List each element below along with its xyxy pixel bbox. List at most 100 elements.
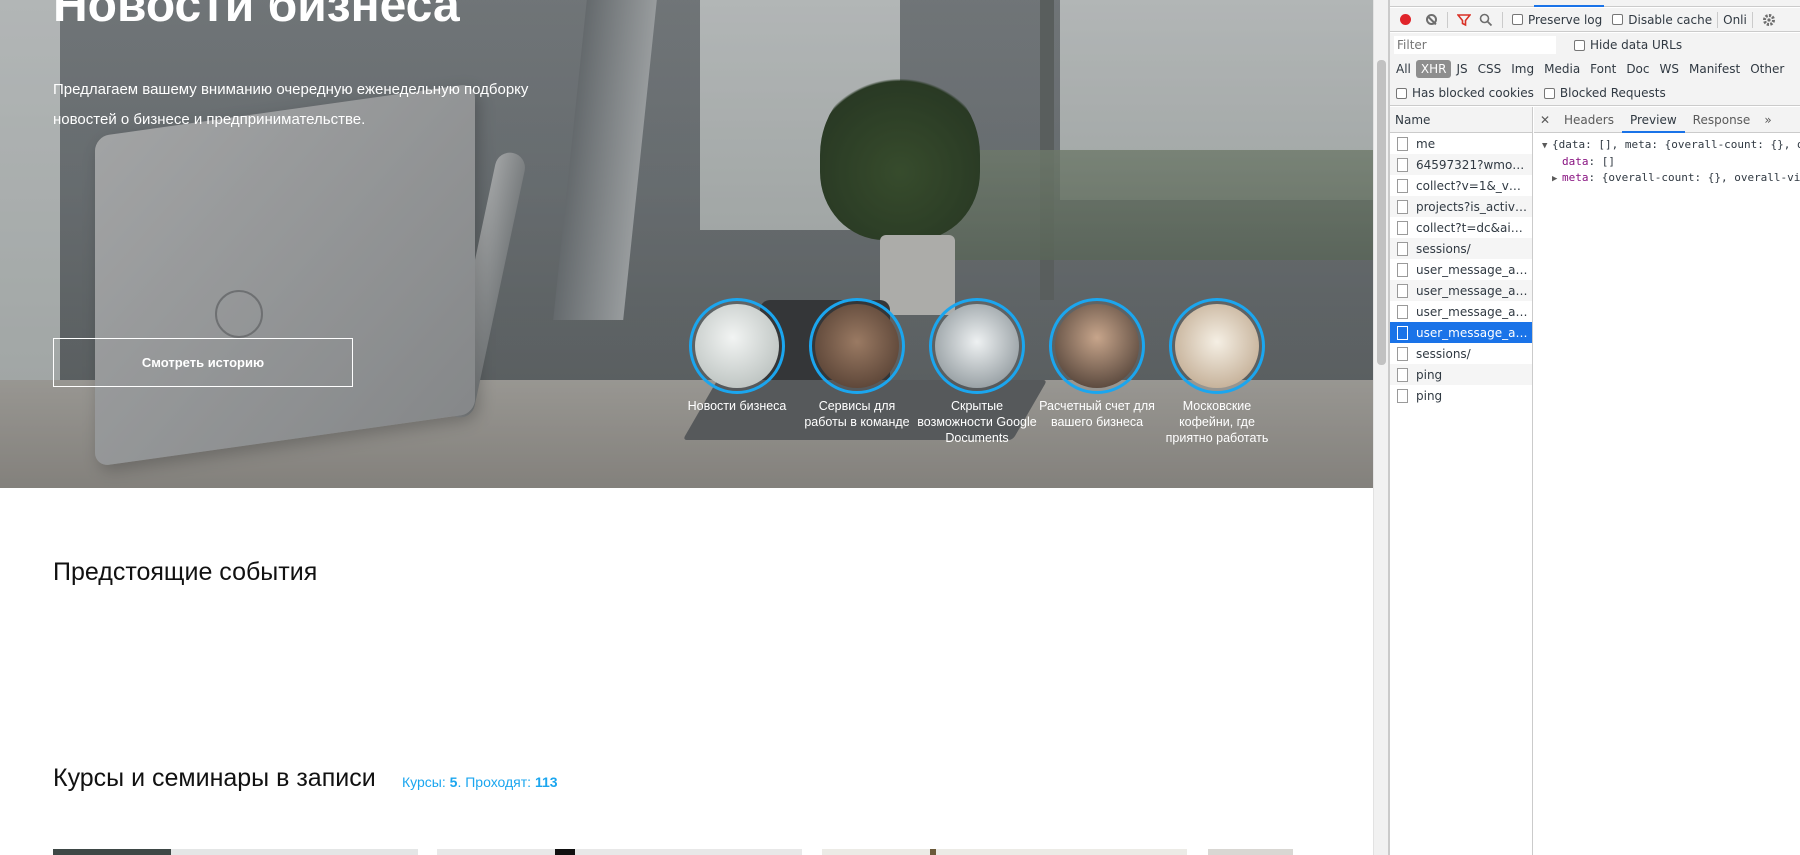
checkbox-box[interactable] xyxy=(1512,14,1523,25)
request-row-selected[interactable]: user_message_ad... xyxy=(1390,322,1532,343)
watch-story-button[interactable]: Смотреть историю xyxy=(53,338,353,387)
course-card[interactable] xyxy=(1208,849,1293,855)
throttling-select[interactable]: Onli xyxy=(1723,13,1747,27)
course-card[interactable] xyxy=(53,849,418,855)
course-card[interactable] xyxy=(437,849,802,855)
blocked-filter-row: Has blocked cookies Blocked Requests xyxy=(1390,81,1800,106)
course-card[interactable] xyxy=(822,849,1187,855)
request-row[interactable]: sessions/ xyxy=(1390,238,1532,259)
story-item[interactable]: Московские кофейни, где приятно работать xyxy=(1157,298,1277,446)
request-name: sessions/ xyxy=(1416,241,1471,256)
request-row[interactable]: projects?is_activit... xyxy=(1390,196,1532,217)
request-row[interactable]: 64597321?wmode... xyxy=(1390,154,1532,175)
attending-count: 113 xyxy=(534,774,558,790)
request-row[interactable]: ping xyxy=(1390,364,1532,385)
request-name: collect?t=dc&aip=... xyxy=(1416,220,1528,235)
name-column-header[interactable]: Name xyxy=(1390,107,1532,133)
checkbox-box[interactable] xyxy=(1396,87,1407,99)
story-thumbnail xyxy=(1055,304,1139,388)
preview-data-line: data: [] xyxy=(1542,154,1800,170)
checkbox-box[interactable] xyxy=(1574,39,1585,51)
preserve-log-label: Preserve log xyxy=(1528,12,1603,27)
tab-response[interactable]: Response xyxy=(1685,107,1759,133)
more-tabs-icon[interactable]: » xyxy=(1758,113,1777,127)
request-name: user_message_ad... xyxy=(1416,283,1528,298)
blocked-requests-checkbox[interactable]: Blocked Requests xyxy=(1543,86,1666,100)
story-thumbnail xyxy=(695,304,779,388)
request-row[interactable]: collect?t=dc&aip=... xyxy=(1390,217,1532,238)
request-name: ping xyxy=(1416,367,1443,382)
close-icon[interactable]: ✕ xyxy=(1534,113,1556,127)
has-blocked-cookies-label: Has blocked cookies xyxy=(1412,86,1534,100)
story-item[interactable]: Скрытые возможности Google Documents xyxy=(917,298,1037,446)
blocked-requests-label: Blocked Requests xyxy=(1559,86,1666,100)
story-thumbnail xyxy=(815,304,899,388)
search-icon[interactable] xyxy=(1475,9,1497,31)
request-row[interactable]: me xyxy=(1390,133,1532,154)
preserve-log-checkbox[interactable]: Preserve log xyxy=(1512,13,1602,27)
hide-data-urls-checkbox[interactable]: Hide data URLs xyxy=(1574,38,1682,52)
request-row[interactable]: sessions/ xyxy=(1390,343,1532,364)
type-filter-img[interactable]: Img xyxy=(1506,60,1539,78)
request-name: ping xyxy=(1416,388,1443,403)
type-filter-js[interactable]: JS xyxy=(1451,60,1472,78)
request-name: user_message_ad... xyxy=(1416,262,1528,277)
request-row[interactable]: ping xyxy=(1390,385,1532,406)
request-row[interactable]: user_message_ad... xyxy=(1390,280,1532,301)
request-row[interactable]: collect?v=1&_v=j8... xyxy=(1390,175,1532,196)
type-filter-other[interactable]: Other xyxy=(1745,60,1789,78)
checkbox-box[interactable] xyxy=(1543,87,1555,99)
clear-icon[interactable] xyxy=(1420,9,1442,31)
toolbar-separator xyxy=(1447,11,1448,28)
scrollbar-thumb[interactable] xyxy=(1377,60,1386,365)
filter-row: Hide data URLs xyxy=(1390,33,1800,57)
request-detail-pane: ✕ Headers Preview Response » ▼ {data: [],… xyxy=(1534,107,1800,855)
checkbox-box[interactable] xyxy=(1612,14,1624,25)
toolbar-separator xyxy=(1717,11,1719,28)
devtools-network-panel: Preserve log Disable cache Onli Hide dat… xyxy=(1390,0,1800,855)
story-item[interactable]: Расчетный счет для вашего бизнеса xyxy=(1037,298,1157,430)
story-label: Новости бизнеса xyxy=(687,399,787,413)
tab-headers[interactable]: Headers xyxy=(1556,107,1622,133)
collapsed-triangle-icon[interactable]: ▶ xyxy=(1552,171,1562,187)
preview-root-line[interactable]: ▼ {data: [], meta: {overall-count: {}, o xyxy=(1542,137,1800,154)
network-toolbar: Preserve log Disable cache Onli xyxy=(1390,8,1800,32)
toolbar-separator xyxy=(1502,11,1503,28)
request-name: 64597321?wmode... xyxy=(1416,157,1528,172)
type-filter-css[interactable]: CSS xyxy=(1473,60,1507,78)
json-value: : [] xyxy=(1588,155,1616,168)
type-filter-xhr[interactable]: XHR xyxy=(1415,60,1452,78)
file-icon xyxy=(1397,241,1408,256)
devtools-tabstrip xyxy=(1390,0,1800,7)
request-name: collect?v=1&_v=j8... xyxy=(1416,178,1528,193)
type-filter-manifest[interactable]: Manifest xyxy=(1684,60,1745,78)
request-row[interactable]: user_message_ad... xyxy=(1390,301,1532,322)
tab-preview[interactable]: Preview xyxy=(1621,107,1685,133)
type-filter-doc[interactable]: Doc xyxy=(1621,60,1654,78)
expanded-triangle-icon[interactable]: ▼ xyxy=(1542,138,1552,154)
type-filter-all[interactable]: All xyxy=(1396,60,1416,78)
filter-input[interactable] xyxy=(1394,36,1556,54)
type-filter-media[interactable]: Media xyxy=(1539,60,1585,78)
json-key: meta xyxy=(1562,171,1589,184)
file-icon xyxy=(1397,262,1408,277)
active-tab-indicator xyxy=(1534,5,1604,7)
has-blocked-cookies-checkbox[interactable]: Has blocked cookies xyxy=(1396,86,1534,100)
type-filter-ws[interactable]: WS xyxy=(1655,60,1684,78)
story-item[interactable]: Сервисы для работы в команде xyxy=(797,298,917,430)
file-icon xyxy=(1397,157,1408,172)
page-scrollbar[interactable] xyxy=(1373,0,1388,855)
type-filter-font[interactable]: Font xyxy=(1585,60,1621,78)
preview-root-text: {data: [], meta: {overall-count: {}, o xyxy=(1552,138,1800,151)
preview-meta-line[interactable]: ▶ meta: {overall-count: {}, overall-vi xyxy=(1542,170,1800,187)
story-item[interactable]: Новости бизнеса xyxy=(677,298,797,414)
gear-icon[interactable] xyxy=(1758,9,1780,31)
file-icon xyxy=(1397,388,1408,403)
request-row[interactable]: user_message_ad... xyxy=(1390,259,1532,280)
filter-icon[interactable] xyxy=(1453,9,1475,31)
disable-cache-checkbox[interactable]: Disable cache xyxy=(1612,13,1712,27)
story-ring xyxy=(809,298,905,394)
courses-stats: Курсы: 5. Проходят: 113 xyxy=(402,774,558,790)
record-icon[interactable] xyxy=(1394,9,1416,31)
story-label: Скрытые возможности Google Documents xyxy=(917,399,1037,445)
